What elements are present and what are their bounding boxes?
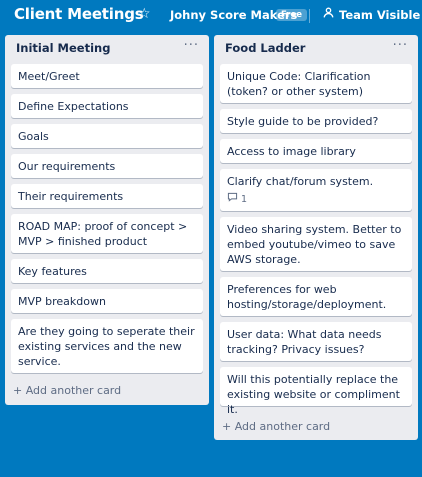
card[interactable]: Unique Code: Clarification (token? or ot… <box>220 64 412 103</box>
header-divider <box>309 9 310 23</box>
card[interactable]: ROAD MAP: proof of concept > MVP > finis… <box>11 214 203 253</box>
star-icon[interactable]: ☆ <box>138 6 151 22</box>
list-initial-meeting: Initial Meeting ··· Meet/Greet Define Ex… <box>5 35 209 405</box>
list-header: Initial Meeting ··· <box>5 35 209 61</box>
card[interactable]: User data: What data needs tracking? Pri… <box>220 322 412 361</box>
card[interactable]: Access to image library <box>220 139 412 163</box>
card[interactable]: Goals <box>11 124 203 148</box>
card[interactable]: Preferences for web hosting/storage/depl… <box>220 277 412 316</box>
card[interactable]: Clarify chat/forum system. 1 <box>220 169 412 211</box>
card[interactable]: Will this potentially replace the existi… <box>220 367 412 416</box>
comment-icon <box>227 192 238 207</box>
add-card-button[interactable]: + Add another card <box>13 384 121 397</box>
add-card-button[interactable]: + Add another card <box>222 420 330 433</box>
card[interactable]: MVP breakdown <box>11 289 203 313</box>
card[interactable]: Define Expectations <box>11 94 203 118</box>
card[interactable]: Their requirements <box>11 184 203 208</box>
card[interactable]: Key features <box>11 259 203 283</box>
list-title[interactable]: Food Ladder <box>225 41 305 55</box>
plan-badge: Free <box>276 9 307 21</box>
card[interactable]: Video sharing system. Better to embed yo… <box>220 217 412 271</box>
visibility-button[interactable]: Team Visible <box>339 8 420 22</box>
board-header: Client Meetings ☆ Johny Score Makers Fre… <box>0 0 422 32</box>
comment-badge: 1 <box>227 192 405 207</box>
team-visible-icon <box>322 6 335 22</box>
card[interactable]: Are they going to seperate their existin… <box>11 319 203 373</box>
card[interactable]: Meet/Greet <box>11 64 203 88</box>
more-icon[interactable]: ··· <box>184 38 199 53</box>
comment-count: 1 <box>241 194 248 205</box>
more-icon[interactable]: ··· <box>393 38 408 53</box>
board-title[interactable]: Client Meetings <box>14 5 144 23</box>
card[interactable]: Our requirements <box>11 154 203 178</box>
card[interactable]: Style guide to be provided? <box>220 109 412 133</box>
card-title: Clarify chat/forum system. <box>227 175 374 188</box>
list-title[interactable]: Initial Meeting <box>16 41 110 55</box>
list-header: Food Ladder ··· <box>214 35 418 61</box>
list-food-ladder: Food Ladder ··· Unique Code: Clarificati… <box>214 35 418 440</box>
